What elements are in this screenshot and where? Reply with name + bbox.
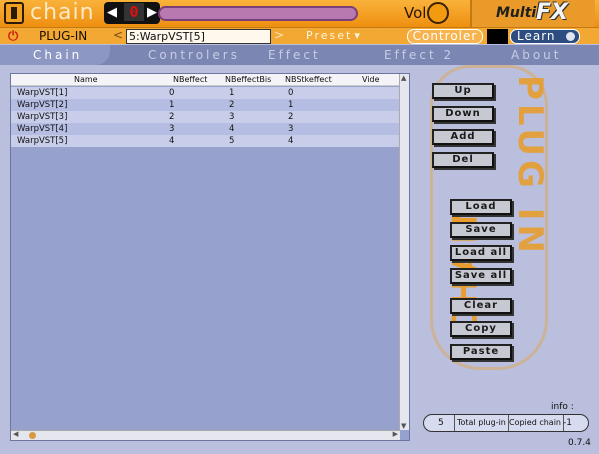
table-rows: WarpVST[1] 0 1 0 WarpVST[2] 1 2 1 WarpVST[3] 2 3 2 W… <box>11 87 400 147</box>
table-row[interactable]: WarpVST[1] 0 1 0 <box>11 87 400 99</box>
scroll-up-icon[interactable]: ▲ <box>401 74 406 82</box>
nbeffectbis-cell: 1 <box>229 88 235 98</box>
del-button[interactable]: Del <box>432 152 494 168</box>
preset-dropdown[interactable]: Preset <box>306 29 362 42</box>
total-plugin-label: Total plug-in <box>454 415 509 431</box>
counter-right-arrow-icon[interactable]: ▶ <box>147 5 157 20</box>
nbeffect-cell: 2 <box>169 112 175 122</box>
vertical-scrollbar[interactable]: ▲ ▼ <box>399 74 409 430</box>
brand-fx-text: FX <box>536 0 568 25</box>
scroll-down-icon[interactable]: ▼ <box>401 422 406 430</box>
save-all-button[interactable]: Save all <box>450 268 512 284</box>
plugin-toolbar: ⏻ PLUG-IN < 5:WarpVST[5] > Preset Contro… <box>0 27 599 44</box>
column-header-vide[interactable]: Vide <box>362 74 380 86</box>
decor-plug-text: PLUG IN <box>510 75 550 257</box>
learn-label: Learn <box>517 29 556 43</box>
table-row[interactable]: WarpVST[2] 1 2 1 <box>11 99 400 111</box>
nbstkeffect-cell: 4 <box>288 136 294 146</box>
version-label: 0.7.4 <box>568 438 591 448</box>
learn-button[interactable]: Learn <box>510 29 580 44</box>
tab-effect-2[interactable]: Effect 2 <box>384 48 454 62</box>
decor-chain-text: CHAIN <box>445 194 486 336</box>
nbeffectbis-cell: 2 <box>229 100 235 110</box>
nbstkeffect-cell: 2 <box>288 112 294 122</box>
controler-button[interactable]: Controler <box>407 29 483 44</box>
copy-button[interactable]: Copy <box>450 321 512 337</box>
total-plugin-value: 5 <box>438 418 444 428</box>
clear-button[interactable]: Clear <box>450 298 512 314</box>
name-cell: WarpVST[2] <box>17 100 68 110</box>
scroll-right-icon[interactable]: ▶ <box>393 430 398 438</box>
name-cell: WarpVST[5] <box>17 136 68 146</box>
info-box: 5 Total plug-in Copied chain -1 <box>423 414 589 432</box>
table-header: Name NBeffect NBeffectBis NBStkeffect Vi… <box>11 74 400 86</box>
down-button[interactable]: Down <box>432 106 494 122</box>
prev-plugin-arrow-icon[interactable]: < <box>113 28 123 42</box>
table-row[interactable]: WarpVST[4] 3 4 3 <box>11 123 400 135</box>
name-cell: WarpVST[4] <box>17 124 68 134</box>
table-row[interactable]: WarpVST[3] 2 3 2 <box>11 111 400 123</box>
nbstkeffect-cell: 3 <box>288 124 294 134</box>
vol-label: Vol <box>404 4 427 22</box>
brand-multi-text: Multi <box>496 5 537 21</box>
effect-counter[interactable]: ◀ 0 ▶ <box>104 2 160 24</box>
table-row[interactable]: WarpVST[5] 4 5 4 <box>11 135 400 147</box>
load-all-button[interactable]: Load all <box>450 245 512 261</box>
column-header-nbeffect[interactable]: NBeffect <box>173 74 207 86</box>
horizontal-scroll-thumb[interactable] <box>29 432 36 439</box>
copied-chain-value: -1 <box>563 418 572 428</box>
tab-effect[interactable]: Effect <box>268 48 321 62</box>
top-header: chain ◀ 0 ▶ Vol Multi FX <box>0 0 599 27</box>
nbeffect-cell: 0 <box>169 88 175 98</box>
nbstkeffect-cell: 1 <box>288 100 294 110</box>
paste-button[interactable]: Paste <box>450 344 512 360</box>
app-icon <box>4 2 24 24</box>
nbeffectbis-cell: 5 <box>229 136 235 146</box>
brand-logo: Multi FX <box>470 0 595 27</box>
tab-chain[interactable]: Chain <box>33 48 82 62</box>
info-label: info : <box>551 402 574 412</box>
learn-indicator-icon <box>566 32 575 41</box>
tab-bar: Chain Controlers Effect Effect 2 About <box>0 45 599 65</box>
plugin-label: PLUG-IN <box>39 29 88 43</box>
up-button[interactable]: Up <box>432 83 494 99</box>
tab-controlers[interactable]: Controlers <box>148 48 240 62</box>
next-plugin-arrow-icon[interactable]: > <box>274 28 284 42</box>
name-cell: WarpVST[3] <box>17 112 68 122</box>
column-header-nbeffectbis[interactable]: NBeffectBis <box>225 74 271 86</box>
chain-table: Name NBeffect NBeffectBis NBStkeffect Vi… <box>10 73 410 441</box>
add-button[interactable]: Add <box>432 129 494 145</box>
nbeffect-cell: 4 <box>169 136 175 146</box>
name-cell: WarpVST[1] <box>17 88 68 98</box>
horizontal-scrollbar[interactable]: ◀ ▶ <box>11 430 400 440</box>
column-header-nbstkeffect[interactable]: NBStkeffect <box>285 74 332 86</box>
nbstkeffect-cell: 0 <box>288 88 294 98</box>
app-title: chain <box>30 0 95 25</box>
load-button[interactable]: Load <box>450 199 512 215</box>
column-header-name[interactable]: Name <box>74 74 98 86</box>
nbeffectbis-cell: 3 <box>229 112 235 122</box>
controler-indicator <box>487 29 508 44</box>
volume-knob-icon[interactable] <box>427 2 449 24</box>
tab-about[interactable]: About <box>511 48 561 62</box>
power-icon[interactable]: ⏻ <box>8 29 18 44</box>
counter-value: 0 <box>124 3 144 21</box>
save-button[interactable]: Save <box>450 222 512 238</box>
nbeffectbis-cell: 4 <box>229 124 235 134</box>
scroll-left-icon[interactable]: ◀ <box>13 430 18 438</box>
copied-chain-label: Copied chain <box>507 415 564 431</box>
counter-left-arrow-icon[interactable]: ◀ <box>107 5 117 20</box>
plugin-select[interactable]: 5:WarpVST[5] <box>126 29 271 44</box>
position-slider[interactable] <box>158 6 358 21</box>
nbeffect-cell: 3 <box>169 124 175 134</box>
nbeffect-cell: 1 <box>169 100 175 110</box>
chain-controls-panel: PLUG IN CHAIN Up Down Add Del Load Save … <box>420 65 599 454</box>
